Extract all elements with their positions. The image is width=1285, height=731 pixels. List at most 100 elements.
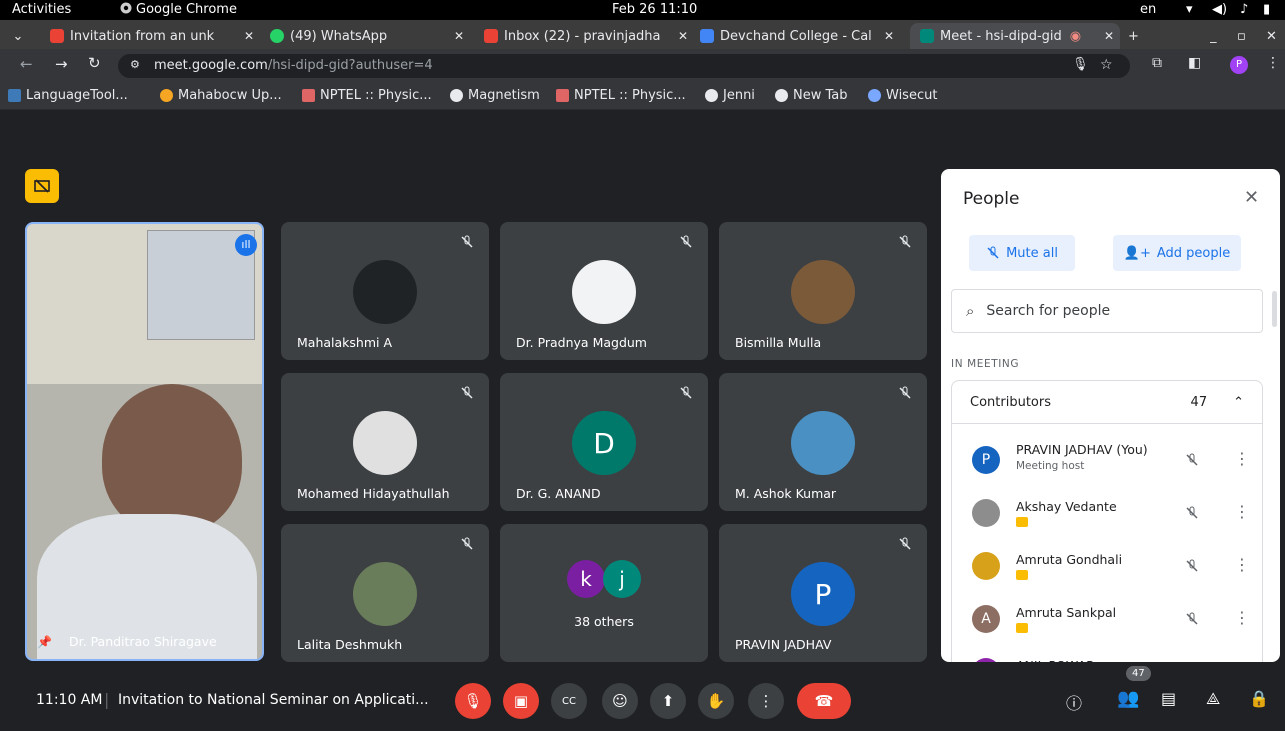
participant-name: Amruta Gondhali	[1016, 552, 1123, 567]
more-vert-icon[interactable]: ⋮	[1234, 555, 1250, 574]
mic-off-icon	[680, 235, 692, 248]
presentation-indicator-icon[interactable]	[25, 169, 59, 203]
participant-tile[interactable]: M. Ashok Kumar	[719, 373, 927, 511]
host-controls-icon[interactable]: 🔒	[1249, 689, 1269, 708]
new-tab-button[interactable]: +	[1128, 23, 1148, 49]
pin-icon[interactable]: 📌	[37, 635, 52, 649]
close-tab-icon[interactable]: ✕	[878, 29, 900, 43]
chat-icon[interactable]: ▤	[1161, 689, 1176, 708]
participants-badge: 47	[1126, 666, 1151, 681]
tab-whatsapp[interactable]: (49) WhatsApp ✕	[270, 23, 470, 49]
profile-avatar[interactable]: P	[1230, 56, 1248, 74]
participant-name: Bismilla Mulla	[735, 335, 822, 350]
bookmark-item[interactable]: NPTEL :: Physic...	[302, 88, 432, 103]
bookmark-item[interactable]: Jenni	[705, 88, 755, 103]
camera-toggle-button[interactable]: ▣	[503, 683, 539, 719]
battery-icon[interactable]: ▮	[1263, 2, 1270, 17]
meeting-details-icon[interactable]: ⓘ	[1066, 690, 1082, 714]
more-vert-icon[interactable]: ⋮	[1234, 449, 1250, 468]
meeting-title[interactable]: Invitation to National Seminar on Applic…	[118, 692, 429, 708]
bookmark-item[interactable]: Magnetism	[450, 88, 540, 103]
participant-list-item[interactable]: Akshay Vedante ⋮	[952, 487, 1262, 539]
bookmark-item[interactable]: LanguageTool...	[8, 88, 128, 103]
tab-search-button[interactable]: ⌄	[8, 23, 28, 49]
add-people-button[interactable]: 👤+ Add people	[1113, 235, 1241, 271]
menu-icon[interactable]: ⋮	[1266, 55, 1280, 71]
reload-icon[interactable]: ↻	[88, 54, 101, 72]
avatar: P	[791, 562, 855, 626]
minimize-button[interactable]: _	[1210, 23, 1224, 49]
contributors-section-header[interactable]: Contributors 47 ⌃	[951, 380, 1263, 424]
participant-tile[interactable]: Dr. Pradnya Magdum	[500, 222, 708, 360]
more-options-button[interactable]: ⋮	[748, 683, 784, 719]
tab-gmail-invitation[interactable]: Invitation from an unk ✕	[50, 23, 260, 49]
side-panel-icon[interactable]: ◧	[1188, 55, 1201, 71]
participant-tile[interactable]: Bismilla Mulla	[719, 222, 927, 360]
reactions-button[interactable]: ☺	[602, 683, 638, 719]
language-indicator[interactable]: en	[1140, 2, 1156, 17]
more-vert-icon[interactable]: ⋮	[1234, 608, 1250, 627]
bookmark-star-icon[interactable]: ☆	[1100, 57, 1113, 73]
participant-tile[interactable]: Mohamed Hidayathullah	[281, 373, 489, 511]
wifi-icon[interactable]: ▾	[1186, 2, 1193, 17]
close-tab-icon[interactable]: ✕	[238, 29, 260, 43]
close-panel-button[interactable]: ✕	[1244, 187, 1259, 208]
people-icon[interactable]: 👥	[1117, 688, 1139, 709]
panel-scrollbar[interactable]	[1272, 291, 1277, 327]
mic-off-icon[interactable]	[1184, 558, 1200, 574]
extensions-icon[interactable]: ⧉	[1152, 55, 1162, 71]
tab-meet[interactable]: Meet - hsi-dipd-gid ◉ ✕	[910, 23, 1120, 49]
raise-hand-button[interactable]: ✋	[698, 683, 734, 719]
divider: |	[104, 690, 110, 709]
mic-off-icon[interactable]	[1184, 505, 1200, 521]
participant-tile[interactable]: D Dr. G. ANAND	[500, 373, 708, 511]
tab-gmail-inbox[interactable]: Inbox (22) - pravinjadha ✕	[484, 23, 694, 49]
participant-tile[interactable]: Lalita Deshmukh	[281, 524, 489, 662]
leave-call-button[interactable]: ☎	[797, 683, 851, 719]
more-vert-icon[interactable]: ⋮	[1234, 661, 1250, 662]
avatar	[572, 260, 636, 324]
mic-toggle-button[interactable]: 🎙	[455, 683, 491, 719]
participant-tile[interactable]: k j 38 others	[500, 524, 708, 662]
restore-button[interactable]: ▫	[1237, 23, 1251, 49]
mic-off-icon[interactable]	[1184, 611, 1200, 627]
mic-icon[interactable]: ♪	[1240, 2, 1248, 17]
participant-list-item[interactable]: A ANIL POWAR ⋮	[952, 646, 1262, 662]
present-button[interactable]: ⬆	[650, 683, 686, 719]
participant-role: Meeting host	[1016, 460, 1085, 472]
close-tab-icon[interactable]: ✕	[672, 29, 694, 43]
participant-list-item[interactable]: P PRAVIN JADHAV (You) Meeting host ⋮	[952, 434, 1262, 486]
participant-list-item[interactable]: Amruta Gondhali ⋮	[952, 540, 1262, 592]
avatar: P	[972, 446, 1000, 474]
participant-name: PRAVIN JADHAV	[735, 637, 832, 652]
participant-list-item[interactable]: A Amruta Sankpal ⋮	[952, 593, 1262, 645]
mic-icon[interactable]: 🎙	[1072, 57, 1089, 72]
mic-off-icon	[899, 235, 911, 248]
close-tab-icon[interactable]: ✕	[1098, 29, 1120, 43]
globe-icon	[450, 89, 463, 102]
bookmark-item[interactable]: New Tab	[775, 88, 848, 103]
mic-off-icon[interactable]	[1184, 452, 1200, 468]
bookmark-item[interactable]: Mahabocw Up...	[160, 88, 282, 103]
close-window-button[interactable]: ✕	[1266, 23, 1280, 49]
speaker-tile[interactable]: ıll 📌 Dr. Panditrao Shiragave	[25, 222, 264, 661]
activities-icon[interactable]: ⟁	[1206, 689, 1220, 709]
volume-icon[interactable]: ◀)	[1212, 2, 1227, 17]
mute-all-button[interactable]: Mute all	[969, 235, 1075, 271]
participant-tile[interactable]: P PRAVIN JADHAV	[719, 524, 927, 662]
more-vert-icon[interactable]: ⋮	[1234, 502, 1250, 521]
tab-calendar[interactable]: Devchand College - Cal ✕	[700, 23, 900, 49]
activities-button[interactable]: Activities	[12, 2, 71, 17]
bookmark-item[interactable]: NPTEL :: Physic...	[556, 88, 686, 103]
back-icon[interactable]: ←	[20, 55, 33, 73]
forward-icon[interactable]: →	[55, 55, 68, 73]
close-tab-icon[interactable]: ✕	[448, 29, 470, 43]
search-people-input[interactable]: ⌕ Search for people	[951, 289, 1263, 333]
omnibox[interactable]: ⚙ meet.google.com/hsi-dipd-gid?authuser=…	[118, 54, 1130, 78]
clock[interactable]: Feb 26 11:10	[612, 2, 697, 17]
bookmark-item[interactable]: Wisecut	[868, 88, 937, 103]
site-info-icon[interactable]: ⚙	[130, 58, 140, 71]
search-icon: ⌕	[966, 302, 975, 320]
participant-tile[interactable]: Mahalakshmi A	[281, 222, 489, 360]
captions-button[interactable]: CC	[551, 683, 587, 719]
